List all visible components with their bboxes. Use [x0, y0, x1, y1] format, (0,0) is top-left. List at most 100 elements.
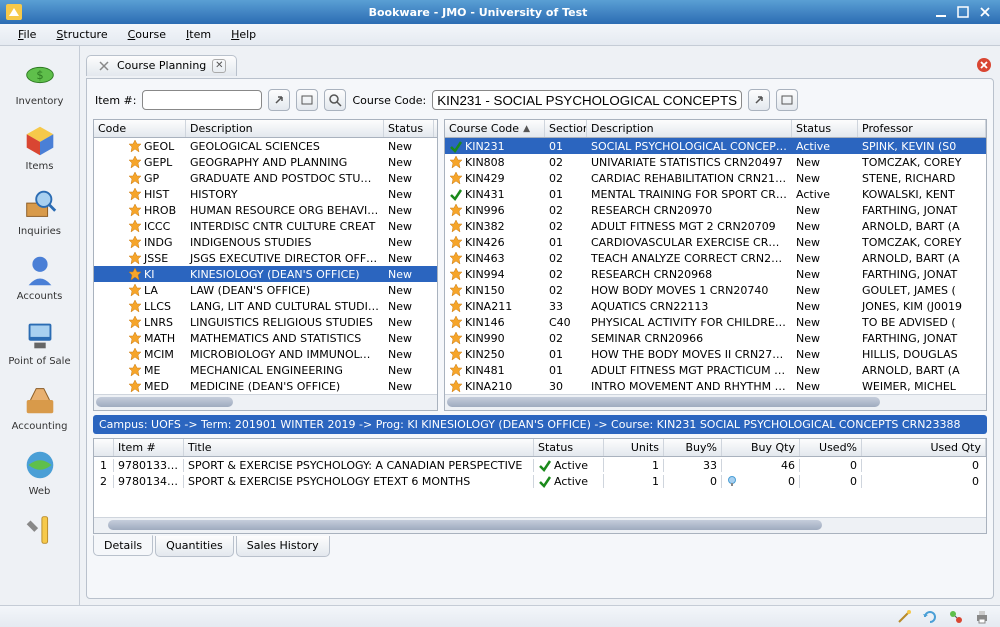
- table-row[interactable]: MEDMEDICINE (DEAN'S OFFICE)New: [94, 378, 437, 394]
- table-row[interactable]: 297801340...SPORT & EXERCISE PSYCHOLOGY …: [94, 473, 986, 489]
- table-row[interactable]: GEOLGEOLOGICAL SCIENCESNew: [94, 138, 437, 154]
- table-row[interactable]: MEMECHANICAL ENGINEERINGNew: [94, 362, 437, 378]
- maximize-button[interactable]: [954, 4, 972, 20]
- tab-quantities[interactable]: Quantities: [155, 536, 234, 557]
- col-course-code[interactable]: Course Code▲: [445, 120, 545, 137]
- col-code[interactable]: Code: [94, 120, 186, 137]
- sidebar-label: Inventory: [16, 96, 64, 107]
- col-usedpct[interactable]: Used%: [800, 439, 862, 456]
- monitor-icon: [21, 316, 59, 354]
- col-usedqty[interactable]: Used Qty: [862, 439, 986, 456]
- horizontal-scrollbar[interactable]: [445, 394, 986, 410]
- col-buypct[interactable]: Buy%: [664, 439, 722, 456]
- table-row[interactable]: KIN25001HOW THE BODY MOVES II CRN27705Ne…: [445, 346, 986, 362]
- col-description[interactable]: Description: [587, 120, 792, 137]
- star-icon: [449, 315, 463, 329]
- error-icon[interactable]: [974, 56, 994, 74]
- minimize-button[interactable]: [932, 4, 950, 20]
- table-row[interactable]: INDGINDIGENOUS STUDIESNew: [94, 234, 437, 250]
- table-row[interactable]: KIN80802UNIVARIATE STATISTICS CRN20497Ne…: [445, 154, 986, 170]
- course-code-input[interactable]: [432, 90, 742, 110]
- table-row[interactable]: LNRSLINGUISTICS RELIGIOUS STUDIESNew: [94, 314, 437, 330]
- table-row[interactable]: KIN99402RESEARCH CRN20968NewFARTHING, JO…: [445, 266, 986, 282]
- col-units[interactable]: Units: [604, 439, 664, 456]
- table-row[interactable]: JSSEJSGS EXECUTIVE DIRECTOR OFFICENew: [94, 250, 437, 266]
- table-row[interactable]: 197801335...SPORT & EXERCISE PSYCHOLOGY:…: [94, 457, 986, 473]
- course-browse-button[interactable]: [776, 89, 798, 111]
- table-row[interactable]: KIN46302TEACH ANALYZE CORRECT CRN26648Ne…: [445, 250, 986, 266]
- printer-icon[interactable]: [974, 609, 990, 625]
- refresh-icon[interactable]: [922, 609, 938, 625]
- sidebar-item-tools[interactable]: [0, 505, 79, 557]
- col-title[interactable]: Title: [184, 439, 534, 456]
- table-row[interactable]: KIN23101SOCIAL PSYCHOLOGICAL CONCEPT...A…: [445, 138, 986, 154]
- tab-close-button[interactable]: ✕: [212, 59, 226, 73]
- item-browse-button[interactable]: [296, 89, 318, 111]
- sidebar-item-inventory[interactable]: $ Inventory: [0, 50, 79, 113]
- table-row[interactable]: LALAW (DEAN'S OFFICE)New: [94, 282, 437, 298]
- table-row[interactable]: KIN42902CARDIAC REHABILITATION CRN21121N…: [445, 170, 986, 186]
- horizontal-scrollbar[interactable]: [94, 394, 437, 410]
- table-row[interactable]: KIN99602RESEARCH CRN20970NewFARTHING, JO…: [445, 202, 986, 218]
- close-button[interactable]: [976, 4, 994, 20]
- search-icon: [328, 93, 342, 107]
- col-rownum[interactable]: [94, 439, 114, 456]
- menu-item[interactable]: Item: [176, 25, 221, 44]
- col-item[interactable]: Item #: [114, 439, 184, 456]
- sidebar-item-accounts[interactable]: Accounts: [0, 245, 79, 308]
- menu-course[interactable]: Course: [118, 25, 176, 44]
- menu-file[interactable]: File: [8, 25, 46, 44]
- grid-body[interactable]: GEOLGEOLOGICAL SCIENCESNewGEPLGEOGRAPHY …: [94, 138, 437, 394]
- menu-structure[interactable]: Structure: [46, 25, 117, 44]
- table-row[interactable]: KIN15002HOW BODY MOVES 1 CRN20740NewGOUL…: [445, 282, 986, 298]
- search-button[interactable]: [324, 89, 346, 111]
- table-row[interactable]: KIKINESIOLOGY (DEAN'S OFFICE)New: [94, 266, 437, 282]
- table-row[interactable]: GPGRADUATE AND POSTDOC STUDIESNew: [94, 170, 437, 186]
- check-icon: [538, 458, 552, 472]
- sidebar-item-pos[interactable]: Point of Sale: [0, 310, 79, 373]
- horizontal-scrollbar[interactable]: [94, 517, 986, 533]
- connection-icon[interactable]: [948, 609, 964, 625]
- tab-course-planning[interactable]: Course Planning ✕: [86, 55, 237, 76]
- table-row[interactable]: HROBHUMAN RESOURCE ORG BEHAVIOURNew: [94, 202, 437, 218]
- tab-sales-history[interactable]: Sales History: [236, 536, 330, 557]
- table-row[interactable]: KIN38202ADULT FITNESS MGT 2 CRN20709NewA…: [445, 218, 986, 234]
- col-status[interactable]: Status: [792, 120, 858, 137]
- table-row[interactable]: GEPLGEOGRAPHY AND PLANNINGNew: [94, 154, 437, 170]
- star-icon: [128, 187, 142, 201]
- grid-body[interactable]: 197801335...SPORT & EXERCISE PSYCHOLOGY:…: [94, 457, 986, 517]
- star-icon: [449, 267, 463, 281]
- table-row[interactable]: KINA21030INTRO MOVEMENT AND RHYTHM C...N…: [445, 378, 986, 394]
- table-row[interactable]: KIN48101ADULT FITNESS MGT PRACTICUM C...…: [445, 362, 986, 378]
- course-go-button[interactable]: [748, 89, 770, 111]
- col-professor[interactable]: Professor: [858, 120, 986, 137]
- grid-body[interactable]: KIN23101SOCIAL PSYCHOLOGICAL CONCEPT...A…: [445, 138, 986, 394]
- tab-details[interactable]: Details: [93, 535, 153, 556]
- item-number-label: Item #:: [95, 94, 136, 107]
- wand-icon[interactable]: [896, 609, 912, 625]
- table-row[interactable]: ICCCINTERDISC CNTR CULTURE CREATNew: [94, 218, 437, 234]
- item-go-button[interactable]: [268, 89, 290, 111]
- col-status[interactable]: Status: [534, 439, 604, 456]
- table-row[interactable]: KIN99002SEMINAR CRN20966NewFARTHING, JON…: [445, 330, 986, 346]
- table-row[interactable]: KIN146C40PHYSICAL ACTIVITY FOR CHILDREN …: [445, 314, 986, 330]
- table-row[interactable]: HISTHISTORYNew: [94, 186, 437, 202]
- table-row[interactable]: KINA21133AQUATICS CRN22113NewJONES, KIM …: [445, 298, 986, 314]
- col-buyqty[interactable]: Buy Qty: [722, 439, 800, 456]
- sidebar-item-items[interactable]: Items: [0, 115, 79, 178]
- table-row[interactable]: KIN43101MENTAL TRAINING FOR SPORT CRN...…: [445, 186, 986, 202]
- table-row[interactable]: KIN42601CARDIOVASCULAR EXERCISE CRN2...N…: [445, 234, 986, 250]
- col-description[interactable]: Description: [186, 120, 384, 137]
- grid-header: Course Code▲ Section Description Status …: [445, 120, 986, 138]
- sidebar-item-accounting[interactable]: Accounting: [0, 375, 79, 438]
- sidebar-item-web[interactable]: Web: [0, 440, 79, 503]
- col-status[interactable]: Status: [384, 120, 434, 137]
- sidebar-item-inquiries[interactable]: Inquiries: [0, 180, 79, 243]
- menu-help[interactable]: Help: [221, 25, 266, 44]
- table-row[interactable]: LLCSLANG, LIT AND CULTURAL STUDIESNew: [94, 298, 437, 314]
- col-section[interactable]: Section: [545, 120, 587, 137]
- table-row[interactable]: MATHMATHEMATICS AND STATISTICSNew: [94, 330, 437, 346]
- item-number-input[interactable]: [142, 90, 262, 110]
- tab-icon: [97, 59, 111, 73]
- table-row[interactable]: MCIMMICROBIOLOGY AND IMMUNOLOGYNew: [94, 346, 437, 362]
